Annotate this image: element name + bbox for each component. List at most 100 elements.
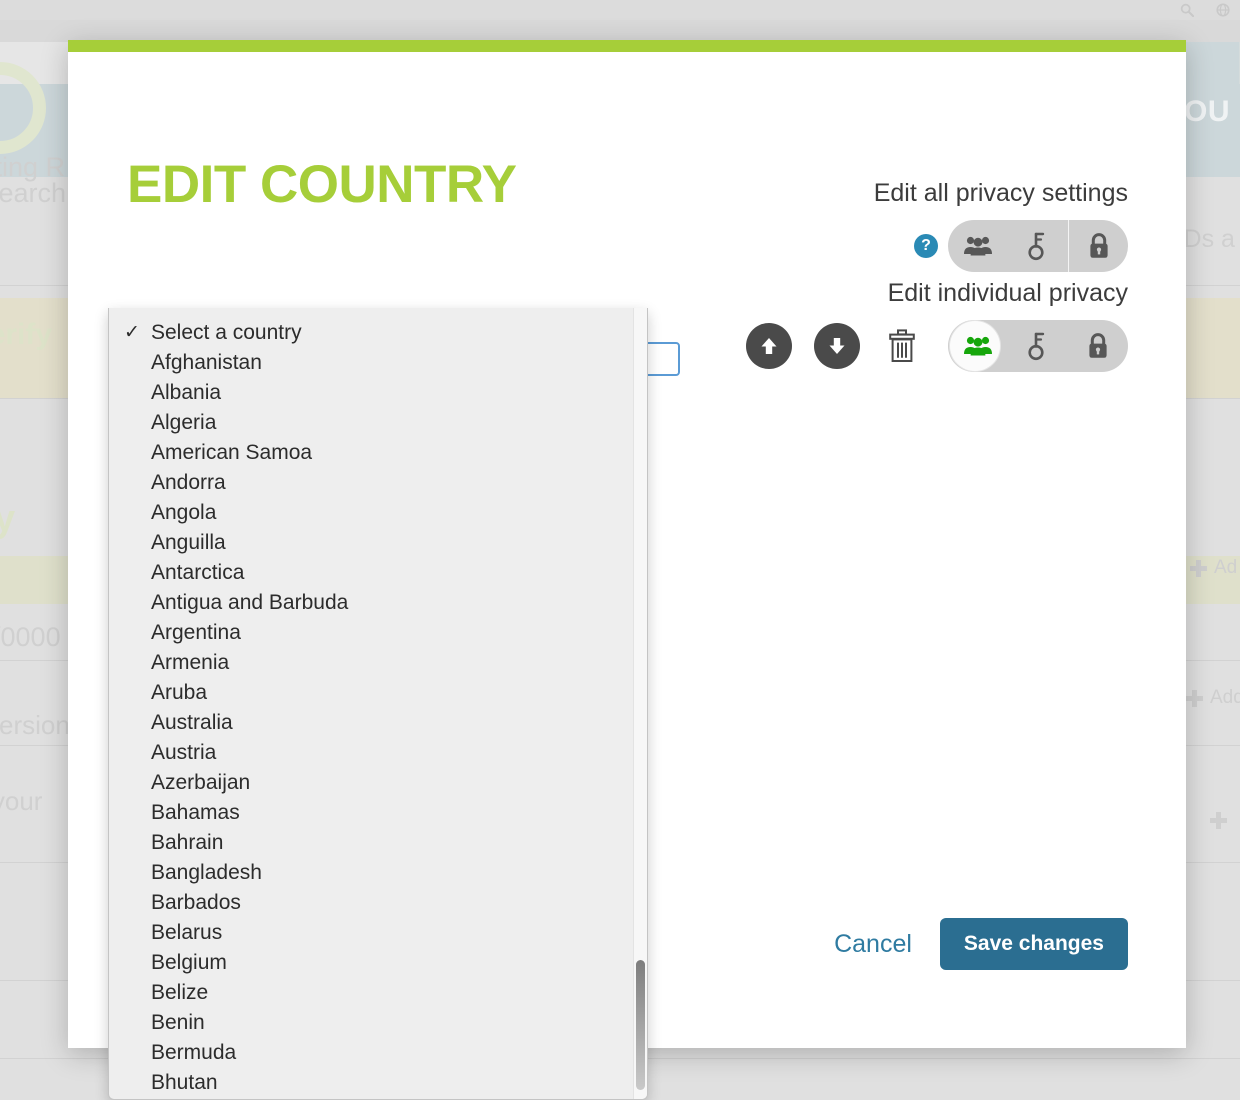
dropdown-option[interactable]: Bermuda <box>109 1038 647 1068</box>
dropdown-option-label: Australia <box>151 711 233 734</box>
dropdown-option[interactable]: Austria <box>109 738 647 768</box>
cancel-button[interactable]: Cancel <box>834 930 912 959</box>
dropdown-option[interactable]: Antarctica <box>109 558 647 588</box>
dropdown-option[interactable]: Armenia <box>109 648 647 678</box>
dropdown-option-label: Anguilla <box>151 531 226 554</box>
dropdown-option-label: Azerbaijan <box>151 771 251 794</box>
dropdown-option[interactable]: Antigua and Barbuda <box>109 588 647 618</box>
background-text: verify <box>0 318 53 351</box>
dropdown-option[interactable]: Barbados <box>109 888 647 918</box>
dropdown-option[interactable]: Andorra <box>109 468 647 498</box>
dropdown-option[interactable]: Belgium <box>109 948 647 978</box>
trash-icon <box>889 329 915 362</box>
dropdown-option-label: Antigua and Barbuda <box>151 591 349 614</box>
dropdown-option[interactable]: American Samoa <box>109 438 647 468</box>
dropdown-option[interactable]: Afghanistan <box>109 348 647 378</box>
key-icon <box>1028 232 1045 261</box>
dropdown-option-label: Bangladesh <box>151 861 262 884</box>
dropdown-option-label: Belgium <box>151 951 227 974</box>
dropdown-option[interactable]: Azerbaijan <box>109 768 647 798</box>
dropdown-option-label: Benin <box>151 1011 205 1034</box>
privacy-individual-private-button[interactable] <box>1068 320 1128 372</box>
privacy-all-toggle-group <box>948 220 1128 272</box>
move-up-button[interactable] <box>746 323 792 369</box>
dropdown-option[interactable]: Aruba <box>109 678 647 708</box>
dropdown-option[interactable]: Anguilla <box>109 528 647 558</box>
background-text: esearch <box>0 178 67 208</box>
dropdown-option[interactable]: Bangladesh <box>109 858 647 888</box>
dropdown-scrollbar[interactable] <box>633 308 647 1099</box>
dropdown-option[interactable]: Bhutan <box>109 1068 647 1098</box>
privacy-all-public-button[interactable] <box>948 220 1008 272</box>
dropdown-option-label: Select a country <box>151 321 302 344</box>
background-add-button <box>1210 812 1234 829</box>
privacy-all-label: Edit all privacy settings <box>873 179 1128 207</box>
dropdown-option-label: Aruba <box>151 681 208 704</box>
background-text: iDs a <box>1178 225 1235 253</box>
people-icon <box>964 236 992 256</box>
dropdown-option-label: Bahamas <box>151 801 240 824</box>
privacy-all-row: ? <box>874 220 1128 272</box>
dropdown-option-label: Afghanistan <box>151 351 262 374</box>
delete-button[interactable] <box>882 323 922 369</box>
dropdown-option-label: Bahrain <box>151 831 224 854</box>
dropdown-option[interactable]: Benin <box>109 1008 647 1038</box>
privacy-individual-group: Edit individual privacy <box>746 278 1128 372</box>
dropdown-option[interactable]: Belarus <box>109 918 647 948</box>
plus-icon <box>1186 689 1203 707</box>
dropdown-option[interactable]: Bahrain <box>109 828 647 858</box>
page-title: EDIT COUNTRY <box>127 154 517 214</box>
privacy-all-group: Edit all privacy settings ? <box>874 178 1128 272</box>
background-text: r your <box>0 786 43 816</box>
dropdown-option-label: Angola <box>151 501 217 524</box>
dropdown-option-label: Algeria <box>151 411 217 434</box>
background-navrow <box>0 20 1240 42</box>
background-add-button: Ad <box>1190 557 1237 579</box>
dropdown-option-label: Andorra <box>151 471 226 494</box>
dropdown-option[interactable]: Australia <box>109 708 647 738</box>
dropdown-option-label: Belize <box>151 981 209 1004</box>
dropdown-option-label: Belarus <box>151 921 223 944</box>
search-icon <box>1180 3 1194 17</box>
privacy-individual-toggle-group <box>948 320 1128 372</box>
dropdown-option-label: American Samoa <box>151 441 313 464</box>
dropdown-option-label: Bermuda <box>151 1041 237 1064</box>
country-dropdown-list[interactable]: ✓ Select a country Afghanistan Albania Alger… <box>108 308 648 1100</box>
privacy-individual-row <box>746 320 1128 372</box>
arrow-up-icon <box>761 338 777 354</box>
plus-icon <box>1190 559 1207 577</box>
modal-accent-bar <box>68 40 1186 52</box>
background-add-button-label: Add <box>1210 687 1240 708</box>
arrow-down-icon <box>829 338 845 354</box>
plus-icon <box>1210 812 1227 829</box>
privacy-individual-limited-button[interactable] <box>1008 320 1068 372</box>
dropdown-option[interactable]: Belize <box>109 978 647 1008</box>
dropdown-option[interactable]: Angola <box>109 498 647 528</box>
lock-icon <box>1089 333 1107 358</box>
background-text: g/0000 <box>0 622 61 652</box>
dropdown-scrollbar-thumb[interactable] <box>636 960 645 1090</box>
move-down-button[interactable] <box>814 323 860 369</box>
key-icon <box>1028 332 1045 361</box>
dropdown-option[interactable]: ✓ Select a country <box>109 318 647 348</box>
save-button[interactable]: Save changes <box>939 918 1128 970</box>
dropdown-option[interactable]: Argentina <box>109 618 647 648</box>
dropdown-option-label: Argentina <box>151 621 241 644</box>
dropdown-option-label: Bhutan <box>151 1071 218 1094</box>
check-icon: ✓ <box>124 322 140 343</box>
dropdown-option-label: Albania <box>151 381 222 404</box>
help-icon[interactable]: ? <box>914 234 938 258</box>
privacy-individual-public-button[interactable] <box>948 320 1008 372</box>
privacy-all-limited-button[interactable] <box>1008 220 1068 272</box>
dropdown-option-label: Antarctica <box>151 561 245 584</box>
people-icon <box>964 336 992 356</box>
dropdown-option[interactable]: Algeria <box>109 408 647 438</box>
privacy-all-private-button[interactable] <box>1069 220 1129 272</box>
dropdown-option[interactable]: Bahamas <box>109 798 647 828</box>
country-dropdown-options: ✓ Select a country Afghanistan Albania Alger… <box>109 308 647 1099</box>
background-add-button-label: Ad <box>1214 557 1238 578</box>
background-text: y <box>0 498 16 540</box>
dropdown-option-label: Austria <box>151 741 217 764</box>
background-topbar <box>0 0 1240 20</box>
dropdown-option[interactable]: Albania <box>109 378 647 408</box>
